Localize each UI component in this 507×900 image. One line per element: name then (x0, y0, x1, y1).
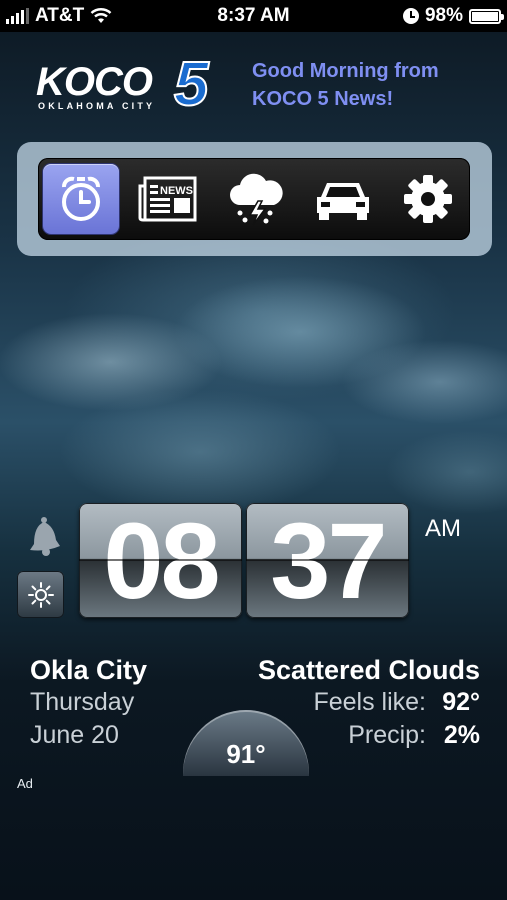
feels-like-row: Feels like: 92° (313, 688, 480, 717)
nav-alarm-button[interactable] (43, 164, 119, 234)
battery-percent: 98% (424, 5, 463, 26)
alarm-clock-icon (62, 176, 100, 221)
storm-cloud-icon (230, 173, 283, 226)
gear-icon (404, 175, 452, 223)
nav-news-button[interactable]: NEWS (130, 164, 206, 234)
clock-hours: 08 (79, 503, 242, 618)
greeting-line-2: KOCO 5 News! (252, 88, 394, 110)
precip-label: Precip: (348, 721, 426, 749)
nav-settings-button[interactable] (390, 164, 466, 234)
weather-condition: Scattered Clouds (257, 655, 480, 685)
precip-row: Precip: 2% (348, 721, 480, 750)
date: June 20 (30, 721, 119, 749)
logo-text: KOCO (36, 60, 153, 104)
greeting-line-1: Good Morning from (252, 60, 439, 82)
bell-icon[interactable] (26, 514, 62, 558)
nav-weather-button[interactable] (218, 164, 294, 234)
koco-logo: KOCO 5 OKLAHOMA CITY (36, 53, 226, 117)
clock-ampm: AM (425, 515, 461, 542)
news-icon-label: NEWS (160, 185, 193, 197)
logo-number: 5 (173, 50, 210, 119)
nav-traffic-button[interactable] (305, 164, 381, 234)
ad-label[interactable]: Ad (17, 776, 33, 791)
weekday: Thursday (30, 688, 135, 716)
greeting: Good Morning from KOCO 5 News! (252, 57, 492, 113)
precip-value: 2% (443, 721, 480, 749)
status-bar: AT&T 8:37 AM 98% (0, 0, 507, 32)
logo-subtitle: OKLAHOMA CITY (38, 101, 156, 111)
battery-icon (469, 8, 504, 24)
clock-minutes: 37 (246, 503, 409, 618)
news-icon: NEWS (138, 176, 197, 222)
nav-panel: NEWS (17, 142, 492, 256)
feels-like-label: Feels like: (313, 688, 426, 716)
feels-like-value: 92° (442, 688, 480, 716)
car-icon (317, 183, 369, 220)
brightness-button[interactable] (17, 571, 64, 618)
sun-icon (27, 581, 54, 608)
nav-bar: NEWS (38, 158, 470, 240)
alarm-status-icon (402, 8, 419, 24)
city-name: Okla City (30, 655, 148, 685)
